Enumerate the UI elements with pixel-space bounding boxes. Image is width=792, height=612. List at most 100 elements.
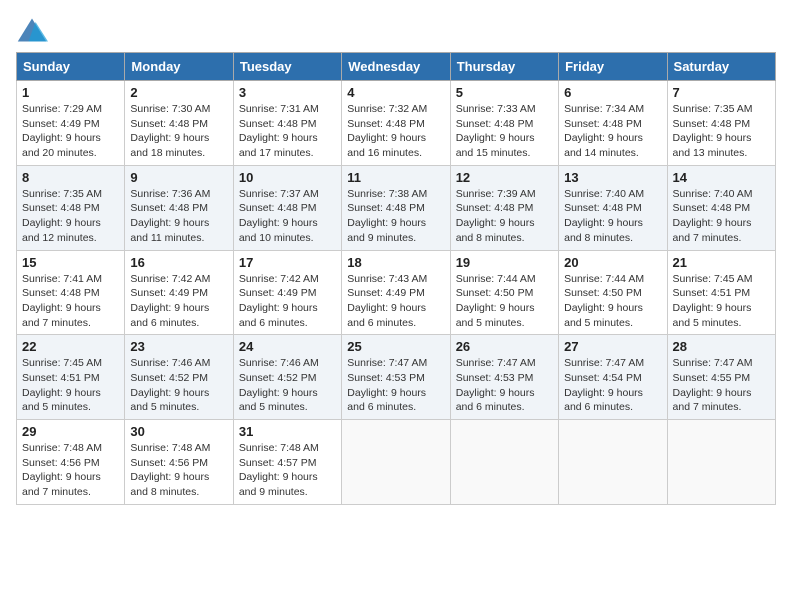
day-number: 23 [130,339,227,354]
day-info: Sunrise: 7:38 AM Sunset: 4:48 PM Dayligh… [347,187,444,246]
calendar-day-cell: 1 Sunrise: 7:29 AM Sunset: 4:49 PM Dayli… [17,81,125,166]
day-info: Sunrise: 7:46 AM Sunset: 4:52 PM Dayligh… [239,356,336,415]
calendar-day-cell [667,420,775,505]
day-number: 29 [22,424,119,439]
day-info: Sunrise: 7:34 AM Sunset: 4:48 PM Dayligh… [564,102,661,161]
day-number: 30 [130,424,227,439]
calendar-day-cell: 9 Sunrise: 7:36 AM Sunset: 4:48 PM Dayli… [125,165,233,250]
weekday-header: Sunday [17,53,125,81]
calendar-day-cell: 3 Sunrise: 7:31 AM Sunset: 4:48 PM Dayli… [233,81,341,166]
weekday-header: Wednesday [342,53,450,81]
calendar-week-row: 1 Sunrise: 7:29 AM Sunset: 4:49 PM Dayli… [17,81,776,166]
calendar-week-row: 22 Sunrise: 7:45 AM Sunset: 4:51 PM Dayl… [17,335,776,420]
day-number: 4 [347,85,444,100]
day-number: 18 [347,255,444,270]
day-number: 9 [130,170,227,185]
day-info: Sunrise: 7:47 AM Sunset: 4:55 PM Dayligh… [673,356,770,415]
calendar-day-cell: 21 Sunrise: 7:45 AM Sunset: 4:51 PM Dayl… [667,250,775,335]
calendar-day-cell: 19 Sunrise: 7:44 AM Sunset: 4:50 PM Dayl… [450,250,558,335]
day-number: 24 [239,339,336,354]
calendar-week-row: 15 Sunrise: 7:41 AM Sunset: 4:48 PM Dayl… [17,250,776,335]
day-info: Sunrise: 7:48 AM Sunset: 4:57 PM Dayligh… [239,441,336,500]
day-number: 27 [564,339,661,354]
calendar-day-cell: 30 Sunrise: 7:48 AM Sunset: 4:56 PM Dayl… [125,420,233,505]
calendar-day-cell [342,420,450,505]
day-info: Sunrise: 7:29 AM Sunset: 4:49 PM Dayligh… [22,102,119,161]
day-info: Sunrise: 7:35 AM Sunset: 4:48 PM Dayligh… [673,102,770,161]
calendar-day-cell: 27 Sunrise: 7:47 AM Sunset: 4:54 PM Dayl… [559,335,667,420]
day-number: 5 [456,85,553,100]
day-number: 15 [22,255,119,270]
calendar-day-cell: 20 Sunrise: 7:44 AM Sunset: 4:50 PM Dayl… [559,250,667,335]
day-info: Sunrise: 7:40 AM Sunset: 4:48 PM Dayligh… [673,187,770,246]
day-info: Sunrise: 7:33 AM Sunset: 4:48 PM Dayligh… [456,102,553,161]
weekday-header: Tuesday [233,53,341,81]
day-info: Sunrise: 7:47 AM Sunset: 4:53 PM Dayligh… [456,356,553,415]
day-number: 22 [22,339,119,354]
day-info: Sunrise: 7:32 AM Sunset: 4:48 PM Dayligh… [347,102,444,161]
day-info: Sunrise: 7:45 AM Sunset: 4:51 PM Dayligh… [22,356,119,415]
calendar-day-cell: 26 Sunrise: 7:47 AM Sunset: 4:53 PM Dayl… [450,335,558,420]
day-number: 10 [239,170,336,185]
calendar-day-cell: 8 Sunrise: 7:35 AM Sunset: 4:48 PM Dayli… [17,165,125,250]
calendar-week-row: 8 Sunrise: 7:35 AM Sunset: 4:48 PM Dayli… [17,165,776,250]
weekday-header: Saturday [667,53,775,81]
day-info: Sunrise: 7:42 AM Sunset: 4:49 PM Dayligh… [130,272,227,331]
day-number: 31 [239,424,336,439]
day-info: Sunrise: 7:44 AM Sunset: 4:50 PM Dayligh… [564,272,661,331]
calendar-week-row: 29 Sunrise: 7:48 AM Sunset: 4:56 PM Dayl… [17,420,776,505]
day-info: Sunrise: 7:42 AM Sunset: 4:49 PM Dayligh… [239,272,336,331]
calendar-day-cell: 22 Sunrise: 7:45 AM Sunset: 4:51 PM Dayl… [17,335,125,420]
day-info: Sunrise: 7:30 AM Sunset: 4:48 PM Dayligh… [130,102,227,161]
calendar-day-cell [450,420,558,505]
calendar-day-cell: 10 Sunrise: 7:37 AM Sunset: 4:48 PM Dayl… [233,165,341,250]
day-info: Sunrise: 7:36 AM Sunset: 4:48 PM Dayligh… [130,187,227,246]
calendar-day-cell [559,420,667,505]
day-info: Sunrise: 7:35 AM Sunset: 4:48 PM Dayligh… [22,187,119,246]
calendar-day-cell: 4 Sunrise: 7:32 AM Sunset: 4:48 PM Dayli… [342,81,450,166]
calendar-day-cell: 16 Sunrise: 7:42 AM Sunset: 4:49 PM Dayl… [125,250,233,335]
day-number: 7 [673,85,770,100]
weekday-header: Thursday [450,53,558,81]
day-number: 16 [130,255,227,270]
day-number: 28 [673,339,770,354]
day-number: 8 [22,170,119,185]
day-number: 25 [347,339,444,354]
day-info: Sunrise: 7:48 AM Sunset: 4:56 PM Dayligh… [130,441,227,500]
calendar-header-row: SundayMondayTuesdayWednesdayThursdayFrid… [17,53,776,81]
day-info: Sunrise: 7:47 AM Sunset: 4:53 PM Dayligh… [347,356,444,415]
weekday-header: Friday [559,53,667,81]
day-number: 17 [239,255,336,270]
calendar-day-cell: 7 Sunrise: 7:35 AM Sunset: 4:48 PM Dayli… [667,81,775,166]
day-number: 19 [456,255,553,270]
page-header [16,16,776,44]
day-number: 26 [456,339,553,354]
day-info: Sunrise: 7:48 AM Sunset: 4:56 PM Dayligh… [22,441,119,500]
calendar-day-cell: 12 Sunrise: 7:39 AM Sunset: 4:48 PM Dayl… [450,165,558,250]
logo [16,16,52,44]
day-number: 13 [564,170,661,185]
calendar-day-cell: 31 Sunrise: 7:48 AM Sunset: 4:57 PM Dayl… [233,420,341,505]
calendar-day-cell: 2 Sunrise: 7:30 AM Sunset: 4:48 PM Dayli… [125,81,233,166]
calendar-day-cell: 13 Sunrise: 7:40 AM Sunset: 4:48 PM Dayl… [559,165,667,250]
day-number: 3 [239,85,336,100]
calendar-day-cell: 29 Sunrise: 7:48 AM Sunset: 4:56 PM Dayl… [17,420,125,505]
day-number: 20 [564,255,661,270]
day-info: Sunrise: 7:41 AM Sunset: 4:48 PM Dayligh… [22,272,119,331]
day-info: Sunrise: 7:43 AM Sunset: 4:49 PM Dayligh… [347,272,444,331]
day-number: 12 [456,170,553,185]
calendar-day-cell: 28 Sunrise: 7:47 AM Sunset: 4:55 PM Dayl… [667,335,775,420]
calendar-day-cell: 14 Sunrise: 7:40 AM Sunset: 4:48 PM Dayl… [667,165,775,250]
day-number: 21 [673,255,770,270]
day-number: 14 [673,170,770,185]
calendar-day-cell: 17 Sunrise: 7:42 AM Sunset: 4:49 PM Dayl… [233,250,341,335]
calendar-table: SundayMondayTuesdayWednesdayThursdayFrid… [16,52,776,505]
day-info: Sunrise: 7:47 AM Sunset: 4:54 PM Dayligh… [564,356,661,415]
day-info: Sunrise: 7:39 AM Sunset: 4:48 PM Dayligh… [456,187,553,246]
calendar-day-cell: 15 Sunrise: 7:41 AM Sunset: 4:48 PM Dayl… [17,250,125,335]
logo-icon [16,16,48,44]
day-number: 6 [564,85,661,100]
calendar-day-cell: 25 Sunrise: 7:47 AM Sunset: 4:53 PM Dayl… [342,335,450,420]
calendar-day-cell: 5 Sunrise: 7:33 AM Sunset: 4:48 PM Dayli… [450,81,558,166]
calendar-day-cell: 18 Sunrise: 7:43 AM Sunset: 4:49 PM Dayl… [342,250,450,335]
